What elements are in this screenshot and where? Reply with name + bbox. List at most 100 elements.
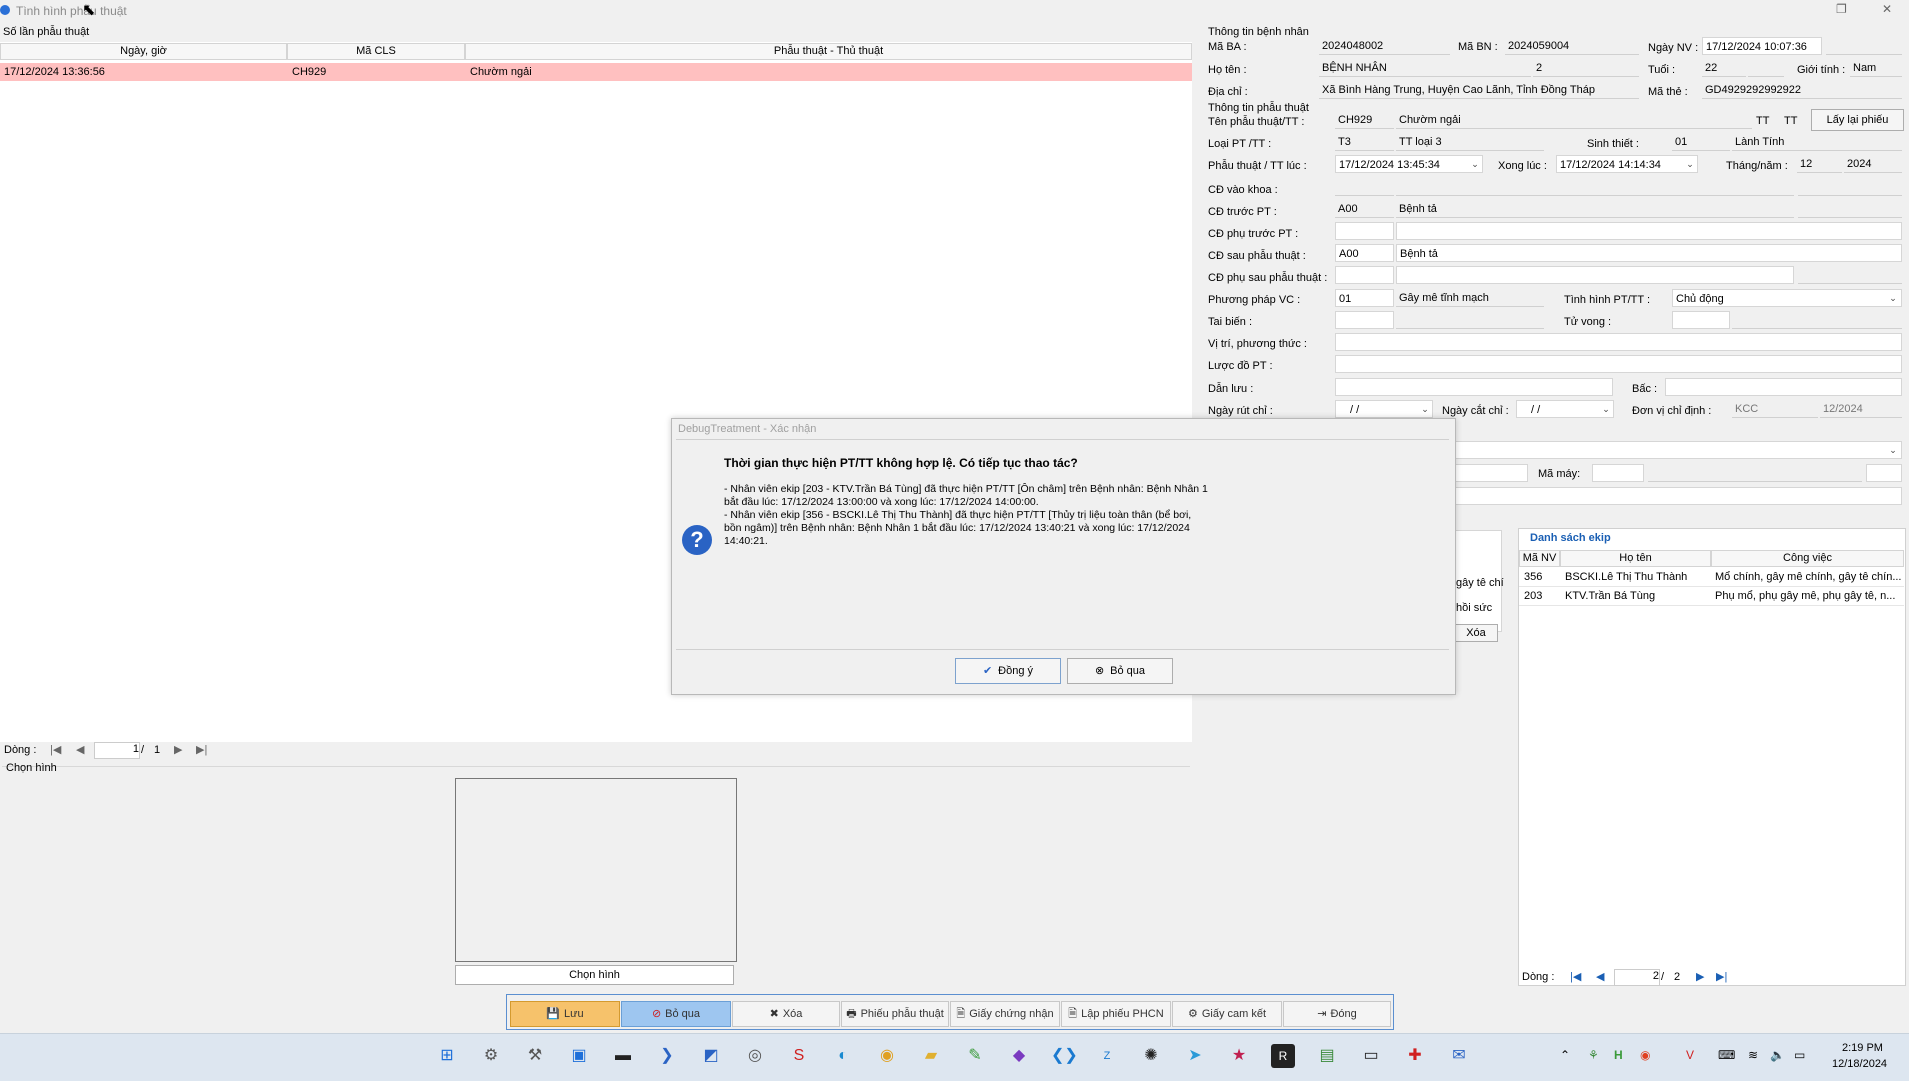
restore-icon[interactable]: ❐ xyxy=(1836,2,1847,16)
dialog-ok-button[interactable]: ✔ Đồng ý xyxy=(955,658,1061,684)
table-row[interactable]: 203 KTV.Trần Bá Tùng Phụ mổ, phụ gây mê,… xyxy=(1519,587,1904,606)
chatgpt-icon[interactable]: ✺ xyxy=(1139,1044,1163,1068)
tinh-hinh-dropdown-icon[interactable]: ⌄ xyxy=(1886,289,1900,307)
close-button[interactable]: ⇥ Đóng xyxy=(1283,1001,1391,1027)
don-vi-field[interactable]: KCC xyxy=(1732,400,1818,418)
commitment-button[interactable]: ⚙ Giấy cam kết xyxy=(1172,1001,1282,1027)
tool-2-icon[interactable]: ◎ xyxy=(743,1044,767,1068)
settings-icon[interactable]: ⚙ xyxy=(479,1044,503,1068)
col-datetime[interactable]: Ngày, giờ xyxy=(0,43,287,60)
page-input[interactable]: 1 xyxy=(94,742,140,759)
app-red-icon[interactable]: S xyxy=(787,1044,811,1068)
ekip-prev-page-icon[interactable]: ◀ xyxy=(1596,970,1604,983)
prev-page-icon[interactable]: ◀ xyxy=(76,743,84,756)
ngay-nv-field[interactable]: 17/12/2024 10:07:36 xyxy=(1702,37,1822,55)
taskbar-time[interactable]: 2:19 PM xyxy=(1842,1042,1883,1054)
phuong-phap-name[interactable]: Gây mê tĩnh mạch xyxy=(1396,289,1544,307)
cd-phu-sau-extra[interactable] xyxy=(1798,266,1902,284)
hidden-select-dropdown-icon[interactable]: ⌄ xyxy=(1886,441,1900,459)
thang-field[interactable]: 12 xyxy=(1797,155,1842,173)
hidden-select[interactable] xyxy=(1454,441,1902,459)
tray-h-icon[interactable]: H xyxy=(1614,1048,1623,1062)
vi-tri-textarea[interactable] xyxy=(1335,333,1902,351)
tray-arrow-icon[interactable]: ⌃ xyxy=(1560,1048,1570,1062)
cd-phu-truoc-name[interactable] xyxy=(1396,222,1902,240)
table-row[interactable]: 17/12/2024 13:36:56 CH929 Chườm ngải xyxy=(0,63,1192,81)
ekip-first-page-icon[interactable]: |◀ xyxy=(1570,970,1581,983)
debug-app-icon[interactable]: ✉ xyxy=(1447,1044,1471,1068)
ekip-col-id[interactable]: Mã NV xyxy=(1519,550,1560,567)
cd-vao-khoa-extra[interactable] xyxy=(1798,178,1902,196)
tool-icon[interactable]: ⚒ xyxy=(523,1044,547,1068)
tu-vong-code[interactable] xyxy=(1672,311,1730,329)
visual-studio-icon[interactable]: ◆ xyxy=(1007,1044,1031,1068)
folder-icon[interactable]: ▰ xyxy=(919,1044,943,1068)
loai-name[interactable]: TT loại 3 xyxy=(1396,133,1544,151)
powershell-icon[interactable]: ❯ xyxy=(655,1044,679,1068)
hidden-field-a[interactable] xyxy=(1454,464,1528,482)
battery-icon[interactable]: ▭ xyxy=(1794,1048,1805,1062)
ma-may-code[interactable] xyxy=(1592,464,1644,482)
ngay-rut-chi-dropdown-icon[interactable]: ⌄ xyxy=(1418,400,1432,418)
cd-phu-sau-code[interactable] xyxy=(1335,266,1394,284)
tray-app-icon[interactable]: ⚘ xyxy=(1588,1048,1599,1062)
xong-luc-field[interactable]: 17/12/2024 14:14:34 xyxy=(1556,155,1698,173)
surgery-form-button[interactable]: 🖶 Phiếu phẫu thuật xyxy=(841,1001,949,1027)
tray-chrome-icon[interactable]: ◉ xyxy=(1640,1048,1650,1062)
delete-button[interactable]: ✖ Xóa xyxy=(732,1001,840,1027)
sinh-thiet-code[interactable]: 01 xyxy=(1672,133,1730,151)
cd-truoc-name[interactable]: Bệnh tả xyxy=(1396,200,1794,218)
ngay-cat-chi-dropdown-icon[interactable]: ⌄ xyxy=(1599,400,1613,418)
table-row[interactable]: 356 BSCKI.Lê Thị Thu Thành Mổ chính, gây… xyxy=(1519,568,1904,587)
close-icon[interactable]: ✕ xyxy=(1882,2,1892,16)
nam-field[interactable]: 2024 xyxy=(1844,155,1902,173)
zalo-icon[interactable]: Z xyxy=(1095,1044,1119,1068)
telegram-icon[interactable]: ➤ xyxy=(1183,1044,1207,1068)
ma-ba-field[interactable]: 2024048002 xyxy=(1319,37,1450,55)
phcn-form-button[interactable]: 🗎 Lập phiếu PHCN xyxy=(1061,1001,1171,1027)
last-page-icon[interactable]: ▶| xyxy=(196,743,207,756)
certificate-button[interactable]: 🗎 Giấy chứng nhận xyxy=(950,1001,1060,1027)
next-page-icon[interactable]: ▶ xyxy=(174,743,182,756)
col-procedure[interactable]: Phẫu thuật - Thủ thuật xyxy=(465,43,1192,60)
ekip-page-input[interactable]: 2 xyxy=(1614,969,1660,986)
dialog-cancel-button[interactable]: ⊗ Bỏ qua xyxy=(1067,658,1173,684)
reload-form-button[interactable]: Lấy lại phiếu xyxy=(1811,109,1904,131)
cd-vao-khoa-code[interactable] xyxy=(1335,178,1394,196)
ho-ten-field-2[interactable]: 2 xyxy=(1533,59,1639,77)
vscode-icon[interactable]: ❮❯ xyxy=(1051,1044,1078,1068)
archive-icon[interactable]: ▤ xyxy=(1315,1044,1339,1068)
don-vi-date[interactable]: 12/2024 xyxy=(1820,400,1902,418)
gioi-tinh-field[interactable]: Nam xyxy=(1850,59,1902,77)
choose-image-button[interactable]: Chọn hình xyxy=(455,965,734,985)
ma-may-name[interactable] xyxy=(1648,464,1862,482)
tuoi-field[interactable]: 22 xyxy=(1702,59,1746,77)
cd-phu-truoc-code[interactable] xyxy=(1335,222,1394,240)
hidden-field-b[interactable] xyxy=(1454,487,1902,505)
cd-truoc-extra[interactable] xyxy=(1798,200,1902,218)
ekip-next-page-icon[interactable]: ▶ xyxy=(1696,970,1704,983)
save-button[interactable]: 💾 Lưu xyxy=(510,1001,620,1027)
notes-icon[interactable]: ✎ xyxy=(963,1044,987,1068)
sinh-thiet-name[interactable]: Lành Tính xyxy=(1732,133,1902,151)
luoc-do-textarea[interactable] xyxy=(1335,355,1902,373)
taskbar-date[interactable]: 12/18/2024 xyxy=(1832,1058,1887,1070)
loai-code[interactable]: T3 xyxy=(1335,133,1394,151)
tai-bien-code[interactable] xyxy=(1335,311,1394,329)
terminal-icon[interactable]: ▬ xyxy=(611,1044,635,1068)
chrome-like-icon[interactable]: ◉ xyxy=(875,1044,899,1068)
ten-pt-code[interactable]: CH929 xyxy=(1335,111,1394,129)
ten-pt-name[interactable]: Chườm ngải xyxy=(1396,111,1752,129)
ma-may-extra[interactable] xyxy=(1866,464,1902,482)
start-icon[interactable]: ⊞ xyxy=(435,1044,459,1068)
ma-the-field[interactable]: GD4929292992922 xyxy=(1702,81,1902,99)
app-star-icon[interactable]: ★ xyxy=(1227,1044,1251,1068)
tai-bien-name[interactable] xyxy=(1396,311,1544,329)
skip-button[interactable]: ⊘ Bỏ qua xyxy=(621,1001,731,1027)
pt-luc-dropdown-icon[interactable]: ⌄ xyxy=(1468,155,1482,173)
ekip-last-page-icon[interactable]: ▶| xyxy=(1716,970,1727,983)
bac-field[interactable] xyxy=(1665,378,1902,396)
tinh-hinh-select[interactable]: Chủ động xyxy=(1672,289,1902,307)
cd-sau-name[interactable]: Bệnh tả xyxy=(1396,244,1902,262)
ekip-col-job[interactable]: Công việc xyxy=(1711,550,1904,567)
